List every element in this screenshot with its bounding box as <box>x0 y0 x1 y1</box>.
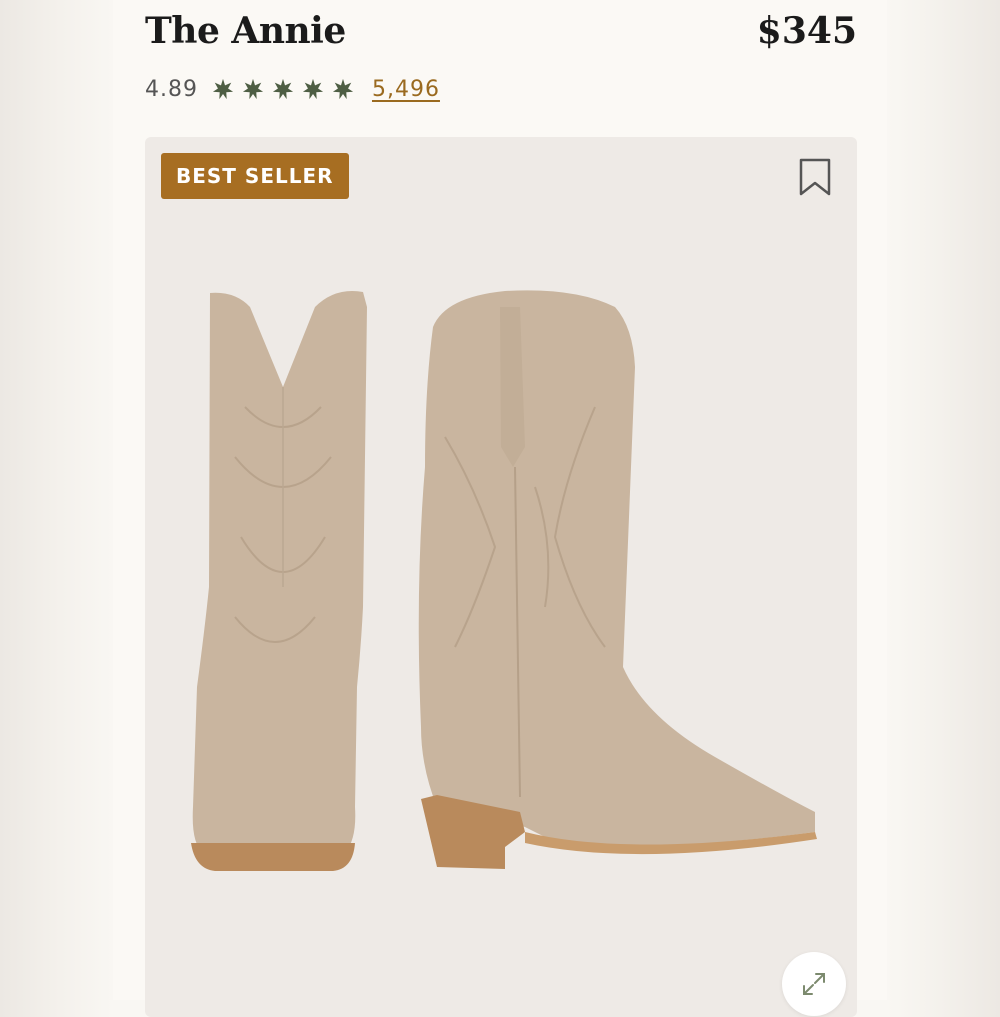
rating-score: 4.89 <box>145 76 198 102</box>
product-page: The Annie $345 4.89 5,496 BEST SELLER <box>113 0 887 1017</box>
zoom-button[interactable] <box>782 952 846 1016</box>
product-title: The Annie <box>145 10 346 52</box>
expand-icon <box>803 973 825 995</box>
product-image-boots <box>191 290 817 871</box>
star-rating <box>212 78 354 100</box>
star-icon <box>272 78 294 100</box>
product-image-card[interactable]: BEST SELLER <box>145 137 857 1017</box>
star-icon <box>332 78 354 100</box>
product-price: $345 <box>756 10 857 52</box>
rating-row: 4.89 5,496 <box>145 72 440 106</box>
star-icon <box>242 78 264 100</box>
best-seller-badge: BEST SELLER <box>161 153 349 199</box>
star-icon <box>212 78 234 100</box>
review-count-link[interactable]: 5,496 <box>372 77 440 102</box>
star-icon <box>302 78 324 100</box>
boot-front <box>191 291 367 871</box>
boot-side <box>418 290 817 869</box>
bookmark-icon[interactable] <box>797 157 833 197</box>
